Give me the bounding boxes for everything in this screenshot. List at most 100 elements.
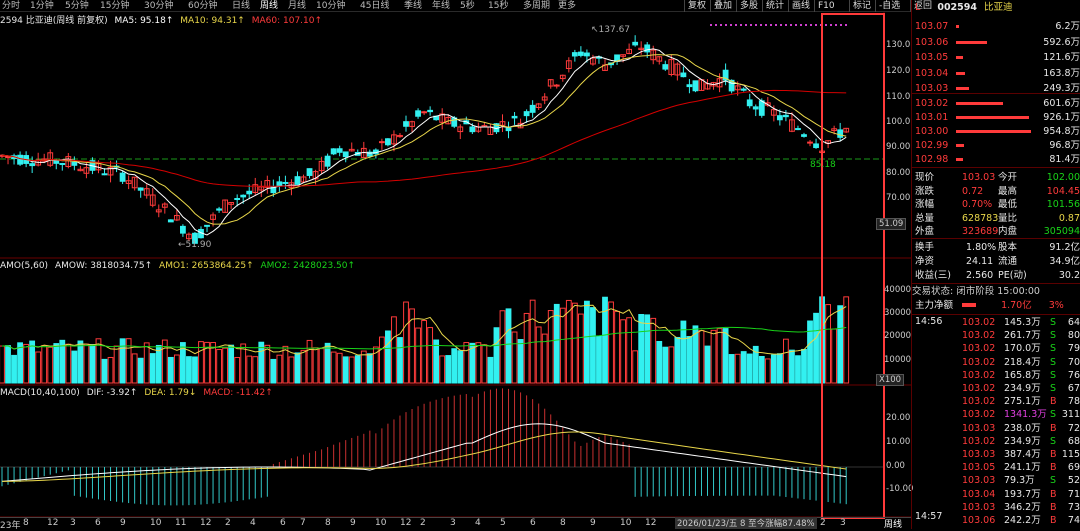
quote-row: 外盘 323689 内盘 305094 bbox=[912, 225, 1080, 238]
period-10[interactable]: 45日线 bbox=[360, 0, 389, 12]
quote-value: 103.03 bbox=[962, 172, 996, 183]
period-16[interactable]: 更多 bbox=[558, 0, 576, 12]
tick-volume: 241.1万 bbox=[1004, 462, 1041, 474]
candle bbox=[282, 181, 289, 184]
period-6[interactable]: 日线 bbox=[232, 0, 250, 12]
tool-6[interactable]: 标记 bbox=[849, 0, 871, 12]
tool-5[interactable]: F10 bbox=[814, 0, 835, 12]
tick-side: B bbox=[1050, 396, 1057, 408]
low-marker: ←51.90 bbox=[178, 240, 212, 250]
high-value: 137.67 bbox=[598, 25, 631, 35]
period-0[interactable]: 分时 bbox=[2, 0, 20, 12]
candle bbox=[752, 106, 759, 110]
period-2[interactable]: 5分钟 bbox=[65, 0, 89, 12]
tick-row: 103.03 346.2万 B 73 bbox=[912, 501, 1080, 514]
period-4[interactable]: 30分钟 bbox=[144, 0, 173, 12]
tool-4[interactable]: 画线 bbox=[788, 0, 810, 12]
ask-price: 103.07 bbox=[915, 21, 949, 32]
amow-label: AMOW: 3818034.75↑ bbox=[54, 261, 153, 271]
period-8[interactable]: 月线 bbox=[288, 0, 306, 12]
period-5[interactable]: 60分钟 bbox=[188, 0, 217, 12]
x-axis-label: 10 bbox=[375, 518, 387, 528]
tick-row: 103.03 387.4万 B 115 bbox=[912, 448, 1080, 461]
recent-low-marker: 85.18 bbox=[810, 160, 836, 170]
candle bbox=[378, 141, 385, 144]
quote-row: 总量 628783 量比 0.87 bbox=[912, 212, 1080, 225]
period-1[interactable]: 1分钟 bbox=[30, 0, 54, 12]
tick-row: 103.02 145.3万 S 64 bbox=[912, 316, 1080, 329]
candle bbox=[137, 187, 144, 191]
x-axis-label: 9 bbox=[120, 518, 126, 528]
tick-price: 103.02 bbox=[962, 356, 996, 368]
cursor-date: 2026/01/23/五 8 至今涨幅87.48% bbox=[675, 517, 817, 529]
candle bbox=[29, 163, 36, 167]
volume-bar bbox=[680, 320, 687, 384]
period-14[interactable]: 15秒 bbox=[488, 0, 508, 12]
volume-bar bbox=[837, 305, 844, 384]
candle bbox=[306, 168, 313, 176]
period-tab[interactable]: 周线 bbox=[884, 517, 902, 530]
tick-count: 79 bbox=[1067, 343, 1080, 355]
tick-count: 80 bbox=[1067, 330, 1080, 342]
period-3[interactable]: 15分钟 bbox=[100, 0, 129, 12]
volume-axis-label: 40000 bbox=[884, 285, 912, 295]
tool-2[interactable]: 多股 bbox=[736, 0, 758, 12]
tick-volume: 165.8万 bbox=[1004, 369, 1041, 381]
ask-depth-bar bbox=[956, 71, 965, 75]
volume-bar bbox=[270, 358, 277, 384]
stat-label: 股本 bbox=[998, 242, 1018, 253]
tick-row: 103.02 234.9万 S 67 bbox=[912, 382, 1080, 395]
tick-side: S bbox=[1050, 369, 1057, 381]
period-12[interactable]: 年线 bbox=[432, 0, 450, 12]
price-axis-label: 90.00 bbox=[886, 142, 911, 152]
volume-bar bbox=[59, 339, 66, 384]
quote-label: 量比 bbox=[998, 212, 1018, 224]
tick-price: 103.02 bbox=[962, 435, 996, 447]
tick-volume: 218.4万 bbox=[1004, 356, 1041, 368]
quote-value: 323689 bbox=[962, 226, 999, 237]
ask-volume: 121.6万 bbox=[1043, 52, 1080, 63]
stat-label: 换手 bbox=[915, 242, 935, 253]
volume-axis-label: 30000 bbox=[884, 308, 912, 318]
tick-volume: 79.3万 bbox=[1004, 475, 1035, 487]
stat-label: 流通 bbox=[998, 256, 1018, 267]
quote-row: 涨跌 0.72 最高 104.45 bbox=[912, 185, 1080, 198]
candle bbox=[837, 129, 844, 138]
tick-price: 103.03 bbox=[962, 501, 996, 513]
volume-bar bbox=[493, 327, 500, 384]
price-header: 2594 比亚迪(周线 前复权) MA5: 95.18↑ MA10: 94.31… bbox=[0, 13, 322, 26]
tool-7[interactable]: -自选 bbox=[875, 0, 900, 12]
x-axis-label: 9 bbox=[350, 518, 356, 528]
quote-value: 0.72 bbox=[962, 185, 984, 197]
tool-1[interactable]: 叠加 bbox=[710, 0, 732, 12]
volume-bar bbox=[342, 356, 349, 384]
volume-bar bbox=[740, 351, 747, 384]
x-axis-label: 4 bbox=[250, 518, 256, 528]
bid-row: 103.00 954.8万 bbox=[912, 125, 1080, 138]
amo2-label: AMO2: 2428023.50↑ bbox=[260, 261, 356, 271]
candle bbox=[216, 208, 222, 211]
period-13[interactable]: 5秒 bbox=[460, 0, 475, 12]
quote-label: 最高 bbox=[998, 185, 1018, 197]
tick-price: 103.03 bbox=[962, 475, 996, 487]
period-15[interactable]: 多周期 bbox=[523, 0, 550, 12]
period-9[interactable]: 10分钟 bbox=[316, 0, 345, 12]
bid-row: 102.98 81.4万 bbox=[912, 153, 1080, 166]
tick-side: S bbox=[1050, 409, 1057, 421]
ask-depth-bar bbox=[956, 25, 959, 28]
tick-count: 72 bbox=[1067, 422, 1080, 434]
tick-count: 69 bbox=[1067, 462, 1080, 474]
quote-row: 涨幅 0.70% 最低 101.56 bbox=[912, 198, 1080, 211]
low-value: 51.90 bbox=[185, 240, 212, 250]
tool-0[interactable]: 复权 bbox=[684, 0, 706, 12]
volume-bar bbox=[728, 354, 735, 384]
main-flow-pct: 3% bbox=[1048, 300, 1064, 311]
period-7[interactable]: 周线 bbox=[260, 0, 278, 12]
tick-side: S bbox=[1050, 475, 1057, 487]
x-axis-label: 12 bbox=[200, 518, 212, 528]
tick-price: 103.02 bbox=[962, 383, 996, 394]
period-11[interactable]: 季线 bbox=[404, 0, 422, 12]
tool-3[interactable]: 统计 bbox=[762, 0, 784, 12]
candle bbox=[330, 148, 337, 155]
x-axis-label: 10 bbox=[150, 518, 162, 528]
